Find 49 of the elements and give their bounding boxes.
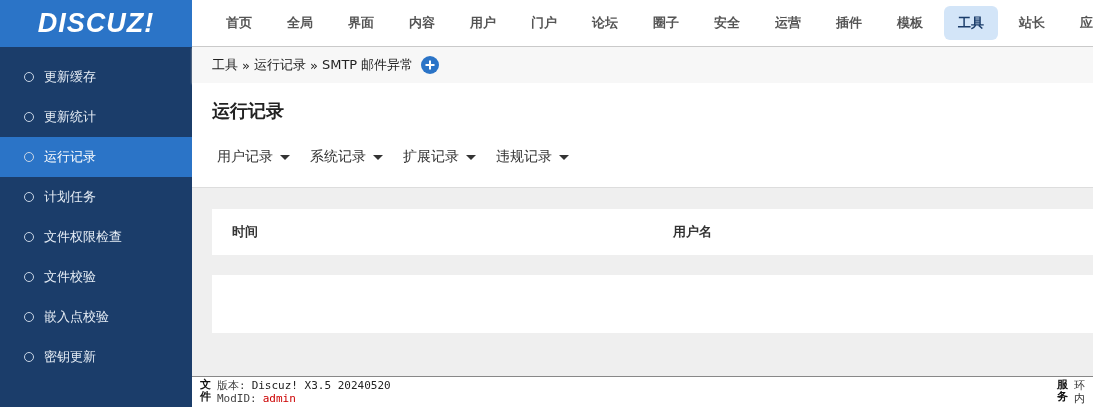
nav-tab[interactable]: 应 [1066,6,1093,40]
nav-tab[interactable]: 全局 [273,6,327,40]
nav-tab[interactable]: 界面 [334,6,388,40]
footer-label: 文件 [200,377,211,406]
dropdown-menu[interactable]: 扩展记录 [403,148,476,166]
caret-icon [373,154,383,160]
breadcrumb-link[interactable]: 工具 [212,56,238,74]
dropdown-menu[interactable]: 用户记录 [217,148,290,166]
nav-tab[interactable]: 首页 [212,6,266,40]
breadcrumb-separator: » [242,57,250,73]
nav-tab[interactable]: 站长 [1005,6,1059,40]
nav-tab[interactable]: 用户 [456,6,510,40]
plus-icon[interactable] [421,56,440,74]
footer-text: 环 [1074,379,1085,392]
nav-tab[interactable]: 圈子 [639,6,693,40]
dropdown-menu[interactable]: 系统记录 [310,148,383,166]
breadcrumb-separator: » [309,57,318,73]
column-header: 用户名 [671,223,713,241]
sidebar-item[interactable]: 运行记录 [0,137,192,177]
nav-tab[interactable]: 插件 [822,6,876,40]
nav-tab[interactable]: 门户 [517,6,571,40]
footer-key: 版本: [217,379,246,392]
breadcrumb-link[interactable]: 运行记录 [253,56,306,74]
nav-tab[interactable]: 论坛 [578,6,632,40]
page-title: 运行记录 [212,99,285,123]
nav-tab[interactable]: 安全 [700,6,754,40]
nav-tab[interactable]: 内容 [395,6,449,40]
footer-label: 服务 [1057,377,1068,406]
caret-icon [280,154,290,160]
sidebar-item[interactable]: 更新缓存 [0,57,192,97]
dropdown-menu[interactable]: 违规记录 [496,148,569,166]
column-header: 时间 [231,223,259,241]
breadcrumb-link[interactable]: SMTP 邮件异常 [321,56,414,74]
nav-tab[interactable]: 工具 [944,6,998,40]
logo[interactable]: DISCUZ! [37,8,155,39]
sidebar-item[interactable]: 文件校验 [0,257,192,297]
footer-key: ModID: [217,392,257,405]
sidebar-item[interactable]: 更新统计 [0,97,192,137]
nav-tab[interactable]: 运营 [761,6,815,40]
footer-text: 内 [1074,392,1085,405]
sidebar-item[interactable]: 计划任务 [0,177,192,217]
footer-value: Discuz! X3.5 20240520 [251,379,391,392]
nav-tab[interactable]: 模板 [883,6,937,40]
footer-value: admin [262,392,296,405]
sidebar-item[interactable]: 嵌入点校验 [0,297,192,337]
caret-icon [466,154,476,160]
sidebar-item[interactable]: 密钥更新 [0,337,192,377]
caret-icon [559,154,569,160]
sidebar-item[interactable]: 文件权限检查 [0,217,192,257]
